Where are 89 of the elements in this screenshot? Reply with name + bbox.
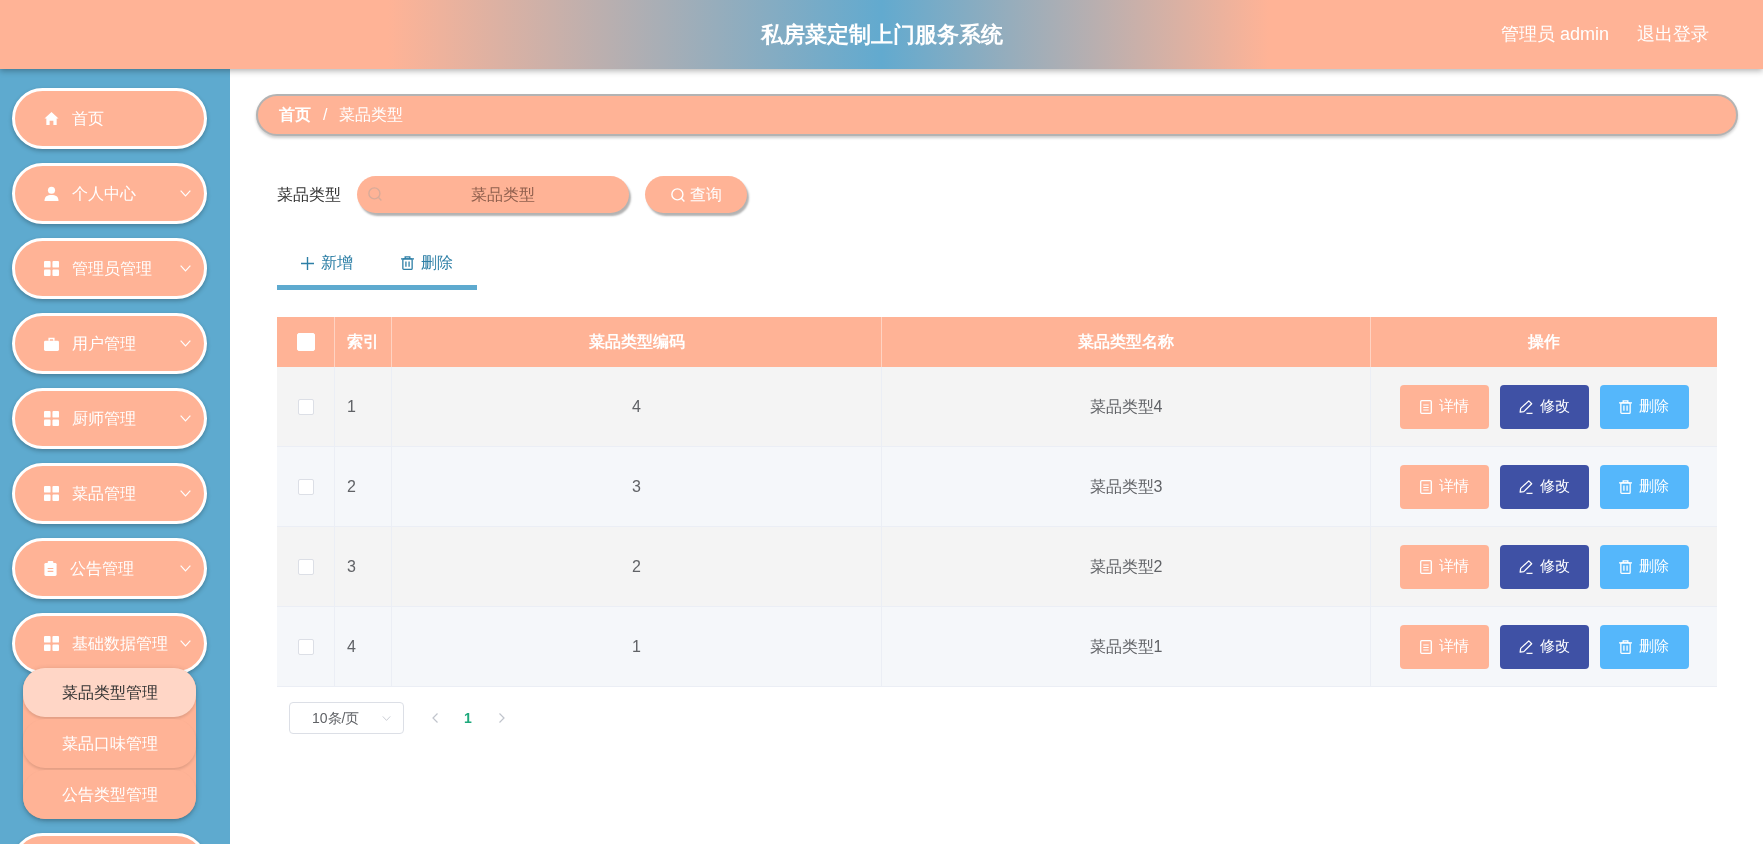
document-icon [1419,399,1432,414]
user-icon [44,186,59,201]
table-cell: 菜品类型2 [882,527,1371,606]
delete-button[interactable]: 删除 [1599,544,1689,589]
table-cell: 1 [335,367,392,446]
app-title: 私房菜定制上门服务系统 [760,21,1003,49]
grid-icon [44,411,59,426]
sidebar-menu-item[interactable]: 基础数据管理 [12,613,207,674]
table-cell: 3 [335,527,392,606]
chevron-down-icon [180,565,191,572]
search-icon [368,187,382,201]
table-cell: 3 [392,447,882,526]
grid-icon [44,486,59,501]
logout-link[interactable]: 退出登录 [1637,21,1709,48]
trash-icon [1619,639,1632,654]
checkbox[interactable] [297,638,314,655]
detail-button[interactable]: 详情 [1399,624,1489,669]
plus-icon [301,256,314,270]
search-icon [670,187,685,202]
clipboard-icon [44,561,57,576]
pencil-icon [1518,399,1533,414]
table-cell: 4 [392,367,882,446]
chevron-down-icon [180,490,191,497]
sidebar-menu-item[interactable]: 厨师管理 [12,388,207,449]
pencil-icon [1518,559,1533,574]
home-icon [44,111,59,126]
pencil-icon [1518,479,1533,494]
edit-button[interactable]: 修改 [1499,544,1589,589]
edit-button[interactable]: 修改 [1499,464,1589,509]
submenu-item[interactable]: 菜品类型管理 [23,668,196,717]
chevron-down-icon [180,265,191,272]
trash-icon [1619,559,1632,574]
detail-button[interactable]: 详情 [1399,384,1489,429]
sidebar-menu-item[interactable]: 公告管理 [12,538,207,599]
submenu-item[interactable]: 菜品口味管理 [23,719,196,768]
table-cell: 1 [392,607,882,686]
submenu-item[interactable]: 公告类型管理 [23,770,196,819]
page-number[interactable]: 1 [464,707,472,729]
briefcase-icon [44,336,59,351]
trash-icon [401,256,414,270]
delete-button[interactable]: 删除 [1599,464,1689,509]
delete-button[interactable]: 删除 [1599,624,1689,669]
user-name: 管理员 admin [1500,23,1609,46]
breadcrumb-separator: / [323,105,328,125]
table-cell: 2 [335,447,392,526]
chevron-right-icon [498,713,505,723]
edit-button[interactable]: 修改 [1499,384,1589,429]
sidebar-menu-item[interactable]: 菜品管理 [12,463,207,524]
edit-button[interactable]: 修改 [1499,624,1589,669]
delete-button[interactable]: 删除 [377,241,477,285]
grid-icon [44,636,59,651]
sidebar-menu-item[interactable]: 首页 [12,88,207,149]
checkbox[interactable] [297,558,314,575]
document-icon [1419,479,1432,494]
checkbox[interactable] [297,478,314,495]
checkbox[interactable] [297,398,314,415]
table-cell: 菜品类型4 [882,367,1371,446]
chevron-down-icon [180,640,191,647]
table-cell: 4 [335,607,392,686]
sidebar-menu-item[interactable]: 管理员管理 [12,238,207,299]
breadcrumb-current: 菜品类型 [339,105,404,125]
next-page-button[interactable] [497,711,506,725]
sidebar-menu-item[interactable]: 用户管理 [12,313,207,374]
search-label: 菜品类型 [277,184,341,205]
trash-icon [1619,399,1632,414]
detail-button[interactable]: 详情 [1399,544,1489,589]
trash-icon [1619,479,1632,494]
pencil-icon [1518,639,1533,654]
table-cell: 菜品类型3 [882,447,1371,526]
previous-page-button[interactable] [431,711,439,725]
detail-button[interactable]: 详情 [1399,464,1489,509]
search-button[interactable]: 查询 [645,176,747,213]
chevron-down-icon [180,190,191,197]
chevron-down-icon [180,415,191,422]
page-size-select[interactable]: 10条/页 [289,702,404,734]
chevron-down-icon [382,715,391,721]
document-icon [1419,559,1432,574]
column-header: 操作 [1526,332,1561,352]
table-cell: 2 [392,527,882,606]
add-button[interactable]: 新增 [277,241,377,285]
sidebar-menu-item[interactable]: 个人中心 [12,163,207,224]
chevron-left-icon [432,713,438,723]
table-cell: 菜品类型1 [882,607,1371,686]
search-field[interactable]: 菜品类型 [357,176,629,213]
grid-icon [44,261,59,276]
breadcrumb-link[interactable]: 首页 [279,103,311,127]
document-icon [1419,639,1432,654]
chevron-down-icon [180,340,191,347]
delete-button[interactable]: 删除 [1599,384,1689,429]
